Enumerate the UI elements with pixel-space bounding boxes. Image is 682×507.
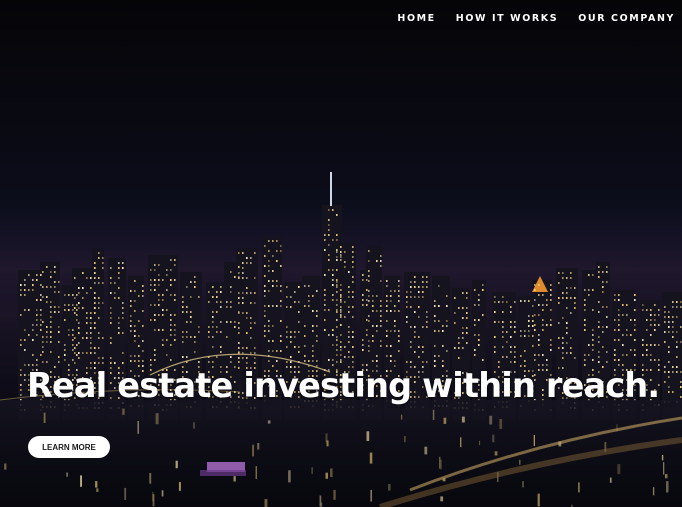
hero-headline: Real estate investing within reach.: [27, 366, 660, 405]
nav-home-link[interactable]: HOME: [397, 13, 435, 24]
nav-how-it-works-link[interactable]: HOW IT WORKS: [456, 13, 558, 24]
learn-more-button[interactable]: LEARN MORE: [28, 436, 110, 458]
nav-our-company-link[interactable]: OUR COMPANY: [578, 13, 675, 24]
hero-section: HOME HOW IT WORKS OUR COMPANY Real estat…: [0, 0, 682, 507]
city-skyline-background-image: [0, 172, 682, 507]
top-navigation: HOME HOW IT WORKS OUR COMPANY: [397, 13, 675, 24]
